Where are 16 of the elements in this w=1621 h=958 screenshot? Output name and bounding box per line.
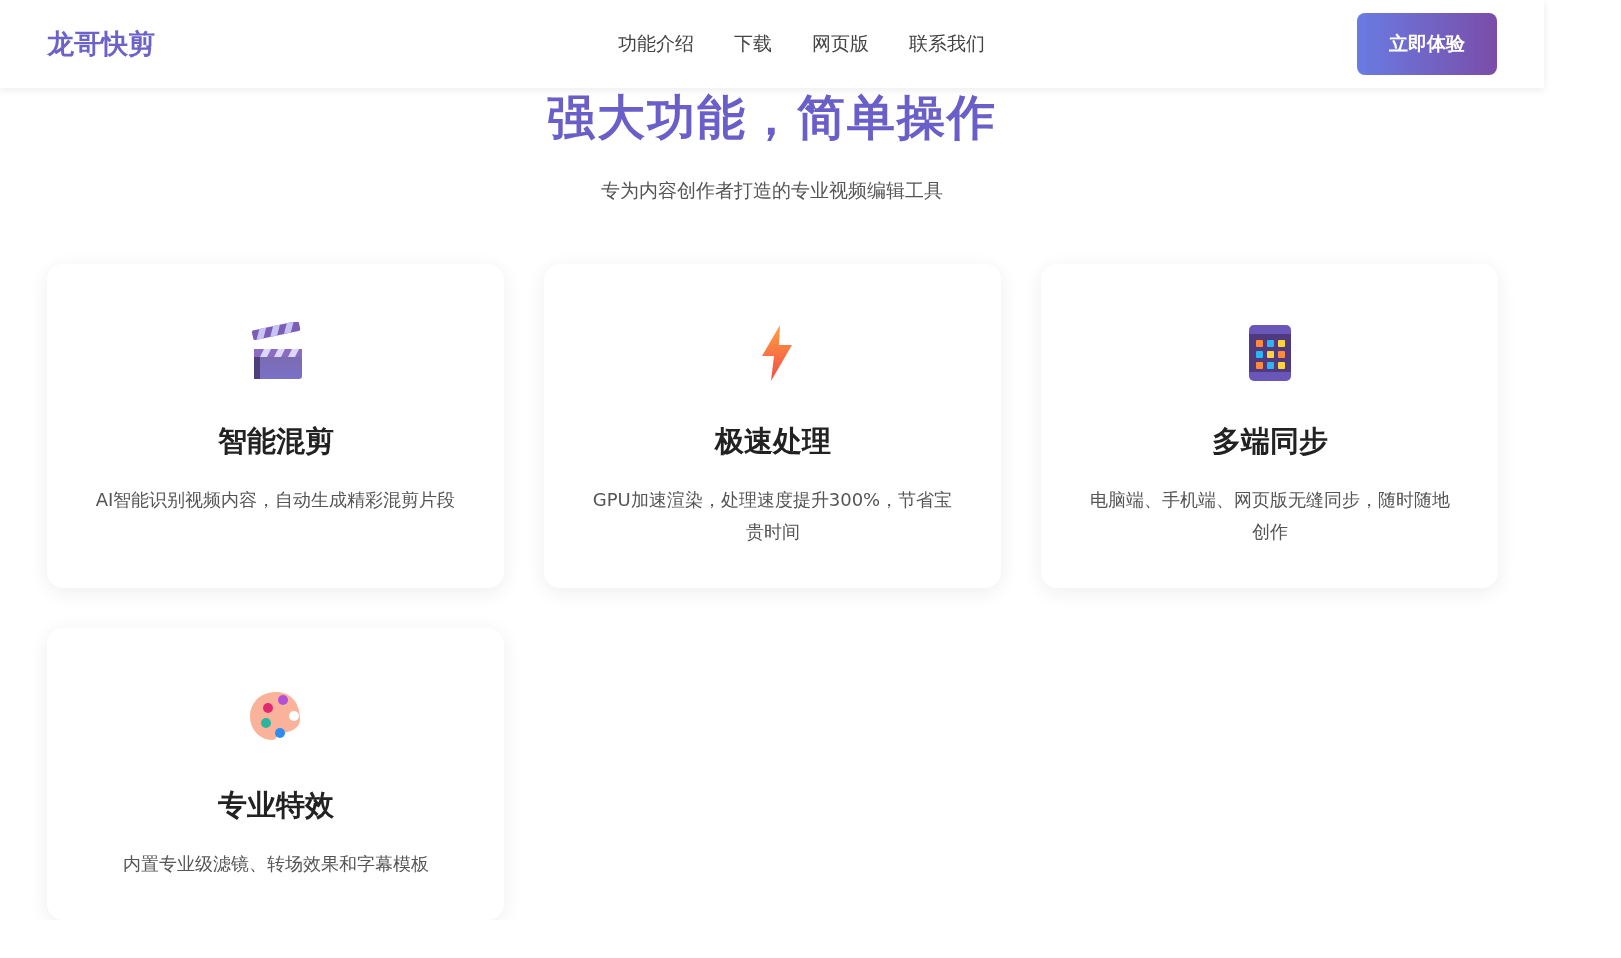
logo[interactable]: 龙哥快剪: [47, 26, 547, 62]
feature-description: 电脑端、手机端、网页版无缝同步，随时随地创作: [1088, 488, 1451, 544]
section-title: 强大功能，简单操作: [547, 88, 997, 146]
feature-title: 多端同步: [1211, 423, 1328, 460]
feature-title: 专业特效: [217, 787, 334, 824]
nav-link[interactable]: 下载: [734, 31, 772, 57]
feature-description: AI智能识别视频内容，自动生成精彩混剪片段: [95, 488, 456, 512]
nav-link[interactable]: 联系我们: [909, 31, 985, 57]
nav-link[interactable]: 网页版: [812, 31, 869, 57]
try-now-button[interactable]: 立即体验: [1357, 13, 1497, 75]
feature-description: 内置专业级滤镜、转场效果和字幕模板: [122, 852, 429, 876]
nav-link[interactable]: 功能介绍: [618, 31, 694, 57]
section-subtitle: 专为内容创作者打造的专业视频编辑工具: [601, 178, 943, 203]
feature-title: 智能混剪: [217, 423, 334, 460]
feature-title: 极速处理: [714, 423, 831, 460]
feature-description: GPU加速渲染，处理速度提升300%，节省宝贵时间: [591, 488, 954, 544]
